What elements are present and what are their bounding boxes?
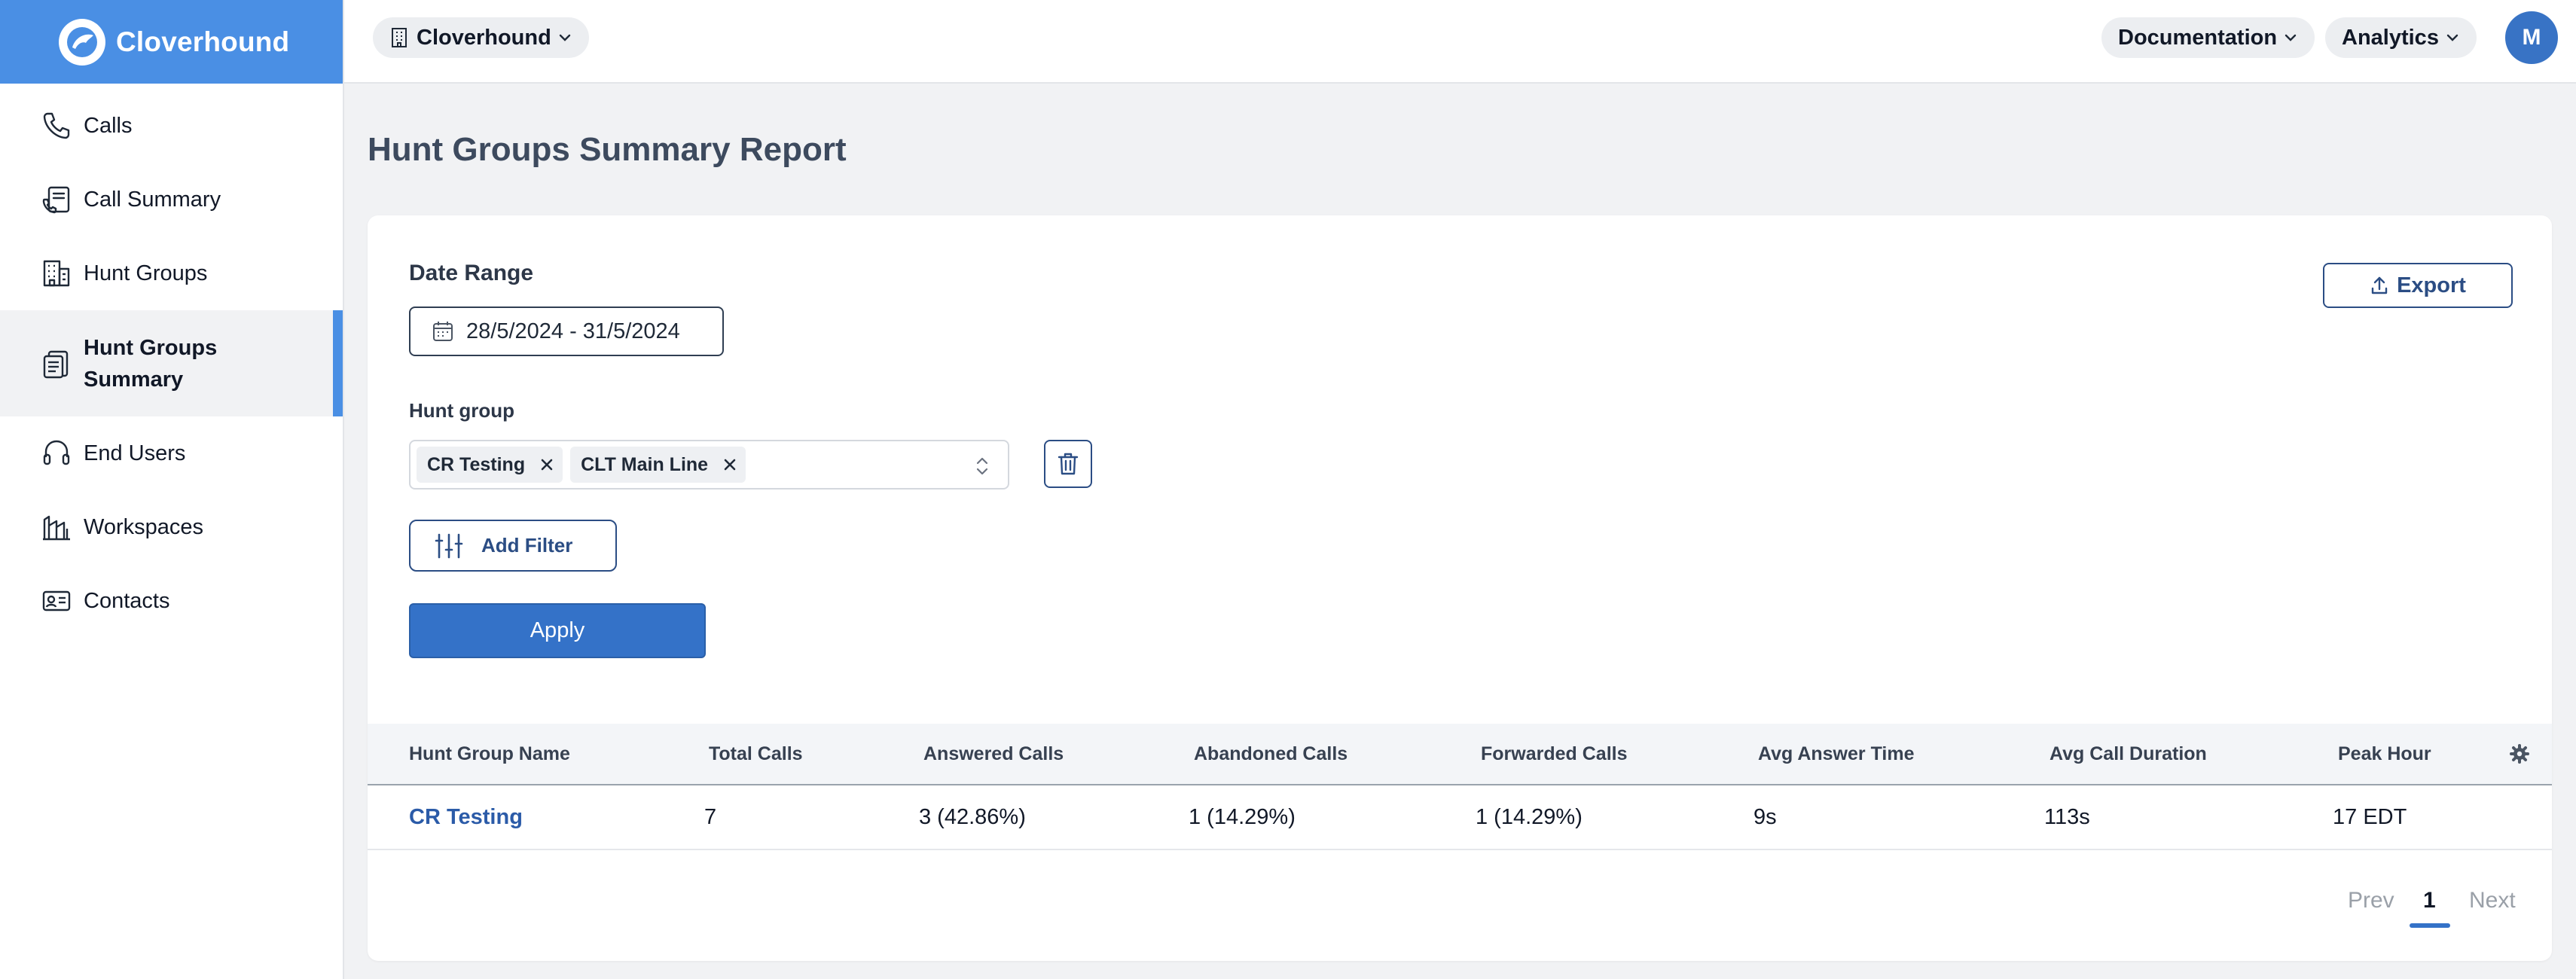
close-icon[interactable] [722,456,738,473]
prev-page-button[interactable]: Prev [2348,878,2394,923]
next-page-button[interactable]: Next [2469,878,2516,923]
table-cell: 1 (14.29%) [1189,805,1296,829]
contact-card-icon [42,590,71,611]
org-selector-label: Cloverhound [417,25,551,50]
brand-header[interactable]: Cloverhound [0,0,343,84]
table-header: Hunt Group Name Total Calls Answered Cal… [368,724,2552,785]
avatar[interactable]: M [2505,11,2558,64]
sidebar: Cloverhound Calls Call Summary Hunt Grou… [0,0,344,979]
documentation-label: Documentation [2118,25,2278,50]
upload-icon [2371,276,2388,294]
column-header[interactable]: Peak Hour [2338,724,2431,784]
chip-label: CLT Main Line [581,453,709,475]
table-cell: 113s [2044,805,2090,829]
select-arrows-icon[interactable] [973,455,991,477]
sidebar-item-label: Contacts [84,588,170,613]
sidebar-item-contacts[interactable]: Contacts [0,564,343,638]
table-cell: 3 (42.86%) [919,805,1026,829]
page-title: Hunt Groups Summary Report [368,131,847,168]
trash-icon [1058,453,1079,475]
chevron-down-icon [2285,34,2297,41]
report-card: Date Range 28/5/2024 - 31/5/2024 Export … [368,215,2552,961]
hunt-group-label: Hunt group [409,399,515,422]
workspace-icon [43,515,70,541]
close-icon[interactable] [539,456,555,473]
top-bar: Cloverhound Documentation Analytics M [344,0,2576,84]
table-cell: 1 (14.29%) [1476,805,1583,829]
sidebar-item-label: Hunt Groups Summary [84,335,218,392]
calendar-icon [433,322,453,341]
gear-icon[interactable] [2510,744,2529,764]
date-range-value: 28/5/2024 - 31/5/2024 [466,319,680,343]
sidebar-item-workspaces[interactable]: Workspaces [0,490,343,564]
headset-icon [43,440,70,465]
sliders-icon [435,533,463,558]
selected-chip: CLT Main Line [570,447,746,483]
documentation-menu[interactable]: Documentation [2101,17,2315,58]
column-header[interactable]: Abandoned Calls [1194,724,1348,784]
chevron-down-icon [559,34,571,41]
table-cell: 7 [704,805,717,829]
hunt-group-name-link[interactable]: CR Testing [409,785,523,849]
clipboard-icon [43,350,69,378]
org-selector[interactable]: Cloverhound [373,17,589,58]
brand-name: Cloverhound [116,26,290,57]
current-page-indicator [2410,923,2450,928]
column-header[interactable]: Answered Calls [923,724,1064,784]
export-label: Export [2397,273,2466,297]
column-header[interactable]: Hunt Group Name [409,724,570,784]
table-cell: 9s [1753,805,1777,829]
sidebar-item-label: Call Summary [84,187,221,212]
sidebar-nav: Calls Call Summary Hunt Groups Hunt Grou… [0,89,343,638]
sidebar-item-call-summary[interactable]: Call Summary [0,163,343,236]
column-header[interactable]: Total Calls [709,724,803,784]
sidebar-item-label: Workspaces [84,514,204,539]
table-cell: 17 EDT [2333,805,2407,829]
hunt-group-select[interactable]: CR Testing CLT Main Line [409,440,1009,490]
column-header[interactable]: Avg Call Duration [2050,724,2207,784]
apply-button[interactable]: Apply [409,603,706,658]
chevron-down-icon [2446,34,2458,41]
sidebar-item-label: Hunt Groups [84,261,208,285]
sidebar-item-calls[interactable]: Calls [0,89,343,163]
date-range-picker[interactable]: 28/5/2024 - 31/5/2024 [409,307,724,356]
cloverhound-logo-icon [59,18,105,66]
call-summary-icon [42,186,70,214]
column-header[interactable]: Forwarded Calls [1481,724,1628,784]
selected-chip: CR Testing [417,447,563,483]
export-button[interactable]: Export [2323,263,2513,308]
clear-hunt-group-button[interactable] [1044,440,1092,488]
sidebar-item-label: Calls [84,113,133,138]
table-row: CR Testing 7 3 (42.86%) 1 (14.29%) 1 (14… [368,785,2552,850]
current-page[interactable]: 1 [2423,878,2436,923]
column-header[interactable]: Avg Answer Time [1758,724,1914,784]
sidebar-item-label: End Users [84,441,186,465]
building-icon [392,28,407,47]
date-range-label: Date Range [409,261,534,285]
sidebar-item-hunt-groups[interactable]: Hunt Groups [0,236,343,310]
building-icon [43,260,70,287]
add-filter-button[interactable]: Add Filter [409,520,617,572]
analytics-label: Analytics [2342,25,2439,50]
add-filter-label: Add Filter [481,534,573,557]
sidebar-item-hunt-groups-summary[interactable]: Hunt Groups Summary [0,310,343,416]
analytics-menu[interactable]: Analytics [2325,17,2477,58]
sidebar-item-end-users[interactable]: End Users [0,416,343,490]
phone-icon [43,112,70,139]
chip-label: CR Testing [427,453,526,475]
